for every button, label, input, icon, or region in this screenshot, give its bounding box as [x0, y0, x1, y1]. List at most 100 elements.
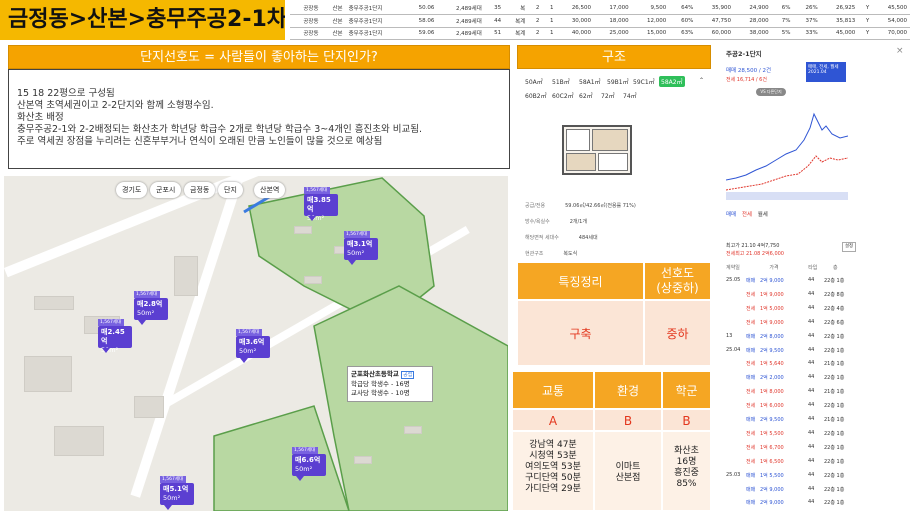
listing-cell: Y	[858, 2, 873, 15]
price-row[interactable]: 전세 1억 9,000 44 22층 8층	[716, 288, 912, 301]
price-panel: 주공2-1단지 × 매매 28,500 / 2건 전세 16,714 / 6건 …	[716, 42, 912, 513]
size-tab[interactable]: 51B㎡	[552, 77, 570, 86]
price-row[interactable]: 전세 1억 5,640 44 21층 1층	[716, 357, 912, 370]
price-row[interactable]: 전세 1억 5,500 44 22층 1층	[716, 427, 912, 440]
chart-filter[interactable]: 매매, 전세, 월세 2021.04	[806, 62, 846, 82]
price-row[interactable]: 전세 1억 6,500 44 22층 1층	[716, 455, 912, 468]
price-type: 전세	[746, 403, 756, 410]
size-tab[interactable]: 60B2㎡	[525, 91, 547, 100]
price-row[interactable]: 25.05 매매 2억 9,000 44 22층 1층	[716, 274, 912, 287]
listing-cell: 공장동	[290, 2, 322, 15]
price-row[interactable]: 전세 1억 9,000 44 22층 6층	[716, 316, 912, 329]
price-row[interactable]: 매매 2억 2,000 44 22층 1층	[716, 371, 912, 384]
price-type: 매매	[746, 333, 756, 340]
price-chart[interactable]	[726, 100, 848, 200]
price-row[interactable]: 전세 1억 6,000 44 22층 1층	[716, 399, 912, 412]
price-price: 1억 5,500	[760, 430, 784, 437]
listing-cell: 45,000	[820, 27, 859, 40]
listing-cell: 2,489세대	[437, 27, 485, 40]
price-detail: 22층 1층	[824, 458, 845, 465]
size-tab[interactable]: 59C1㎡	[633, 77, 655, 86]
price-detail: 22층 1층	[824, 375, 845, 382]
price-date: 25.05	[726, 277, 741, 283]
price-price: 1억 5,640	[760, 361, 784, 368]
price-price: 1억 8,000	[760, 389, 784, 396]
listing-cell: 60,000	[696, 27, 734, 40]
price-type: 전세	[746, 430, 756, 437]
school-name: 군포화산초등학교	[351, 370, 399, 378]
listing-row[interactable]: 공장동 산본 충무주공1단지 58.06 2,489세대 44 복계 2 1 30,000 18,0…	[290, 14, 910, 28]
price-row[interactable]: 전세 1억 8,000 44 21층 1층	[716, 385, 912, 398]
size-tab-active[interactable]: 58A2㎡	[659, 76, 685, 87]
listing-cell: 63%	[669, 27, 697, 40]
price-type: 매매	[746, 500, 756, 507]
size-tab[interactable]: 58A1㎡	[579, 77, 601, 86]
price-area: 44	[808, 277, 815, 283]
price-type: 전세	[746, 291, 756, 298]
price-row[interactable]: 25.03 매매 1억 5,500 44 22층 1층	[716, 469, 912, 482]
listing-cell: 12,000	[631, 14, 670, 28]
listing-cell: 2	[528, 2, 543, 15]
price-detail: 22층 8층	[824, 291, 845, 298]
listing-cell: 6%	[771, 2, 794, 15]
size-tab[interactable]: 60C2㎡	[552, 91, 574, 100]
complex-title: 주공2-1단지	[726, 50, 762, 58]
map-complex-chip[interactable]: 단지	[218, 182, 243, 198]
tab-sale[interactable]: 매매	[726, 212, 736, 218]
listing-row[interactable]: 공장동 산본 충무주공1단지 50.06 2,489세대 35 복 2 1 26,500 17,00…	[290, 2, 910, 15]
price-pin[interactable]: 1,567세대 매2.8억 50m²	[134, 291, 168, 325]
listing-cell: 2	[528, 27, 543, 40]
spec-row: 해당면적 세대수 484세대	[525, 235, 598, 241]
listing-cell: 2,489세대	[437, 2, 485, 15]
price-pin[interactable]: 1,567세대 매6.6억 50m²	[292, 447, 326, 481]
map-view[interactable]: 경기도 군포시 금정동 단지 산본역 1,567세대 매3.85억 50m² 1,…	[4, 176, 508, 511]
size-tab[interactable]: 72㎡	[601, 91, 615, 100]
tab-monthly[interactable]: 월세	[758, 212, 768, 218]
price-row[interactable]: 전세 1억 5,000 44 22층 4층	[716, 302, 912, 315]
size-tab[interactable]: 62㎡	[579, 91, 593, 100]
price-row[interactable]: 25.04 매매 2억 9,500 44 22층 1층	[716, 344, 912, 357]
price-detail: 22층 1층	[824, 472, 845, 479]
listing-cell: 70,000	[872, 27, 910, 40]
map-city-chip[interactable]: 군포시	[150, 182, 182, 198]
map-region-chip[interactable]: 경기도	[116, 182, 148, 198]
size-tab[interactable]: 74㎡	[623, 91, 637, 100]
price-row[interactable]: 매매 2억 9,500 44 21층 1층	[716, 413, 912, 426]
price-pin[interactable]: 1,567세대 매3.6억 50m²	[236, 329, 270, 363]
price-area: 44	[808, 402, 815, 409]
size-tab[interactable]: 59B1㎡	[607, 77, 629, 86]
listing-cell: 58.06	[404, 14, 438, 28]
price-row[interactable]: 매매 2억 9,000 44 22층 1층	[716, 483, 912, 496]
price-area: 44	[808, 388, 815, 395]
size-tab[interactable]: 50A㎡	[525, 77, 543, 86]
price-pin[interactable]: 1,567세대 매5.1억 50m²	[160, 476, 194, 510]
tab-jeonse[interactable]: 전세	[742, 212, 752, 218]
school-line: 교사당 학생수 - 10명	[351, 389, 410, 397]
map-dong-chip[interactable]: 금정동	[184, 182, 216, 198]
listing-table: 공장동 산본 충무주공1단지 50.06 2,489세대 35 복 2 1 26,500 17,00…	[290, 2, 910, 40]
station-label[interactable]: 산본역	[254, 182, 286, 198]
feature-label: 특징정리	[517, 262, 644, 300]
price-type: 전세	[746, 458, 756, 465]
price-row[interactable]: 매매 2억 9,000 44 22층 1층	[716, 496, 912, 509]
price-pin[interactable]: 1,567세대 매2.45억 50m²	[98, 319, 132, 354]
listing-cell: 47,750	[696, 14, 734, 28]
listing-cell: 산본	[321, 14, 346, 28]
listing-cell: 복	[504, 2, 529, 15]
desc-line: 화산초 배정	[17, 112, 64, 123]
price-pin[interactable]: 1,567세대 매3.1억 50m²	[344, 231, 378, 265]
close-icon[interactable]: ×	[896, 46, 904, 56]
listing-cell: 50.06	[404, 2, 438, 15]
listing-row[interactable]: 공장동 산본 충무주공1단지 59.06 2,489세대 51 복계 2 1 40,000 25,0…	[290, 27, 910, 40]
more-button[interactable]: 설정	[842, 242, 856, 252]
listing-cell: 35	[484, 2, 505, 15]
chevron-up-icon[interactable]: ⌃	[699, 77, 704, 84]
listing-cell: 2	[528, 14, 543, 28]
price-row[interactable]: 13 매매 2억 8,000 44 22층 1층	[716, 330, 912, 343]
price-row[interactable]: 전세 1억 6,700 44 22층 1층	[716, 441, 912, 454]
listing-cell: Y	[858, 14, 873, 28]
price-pin[interactable]: 1,567세대 매3.85억 50m²	[304, 187, 338, 222]
desc-line: 충무주공2-1와 2-2배정되는 화산초가 학년당 학급수 2개로 학년당 학급…	[17, 124, 422, 135]
compare-button[interactable]: VS 다른단지	[756, 88, 786, 96]
school-popup[interactable]: 군포화산초등학교 공립 학급당 학생수 - 16명 교사당 학생수 - 10명	[347, 366, 433, 402]
